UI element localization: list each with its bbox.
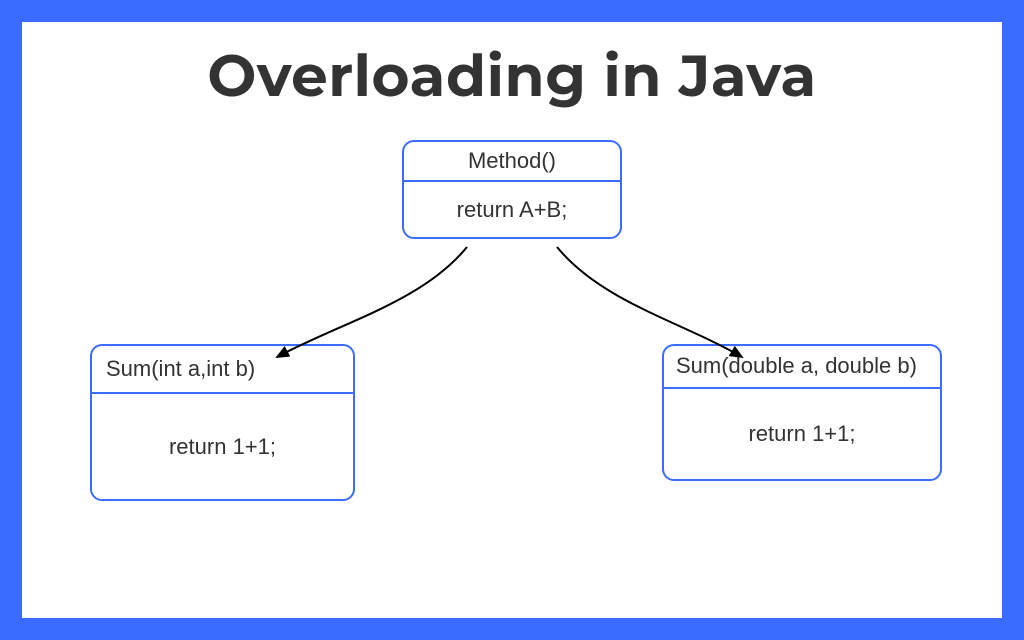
page-title: Overloading in Java (22, 40, 1002, 111)
child-method-box-int: Sum(int a,int b) return 1+1; (90, 344, 355, 501)
parent-method-box: Method() return A+B; (402, 140, 622, 239)
parent-method-header: Method() (404, 142, 620, 182)
child-method-header-double: Sum(double a, double b) (664, 346, 940, 389)
child-method-body-int: return 1+1; (92, 394, 353, 499)
child-method-header-int: Sum(int a,int b) (92, 346, 353, 394)
child-method-box-double: Sum(double a, double b) return 1+1; (662, 344, 942, 481)
connector-arrows (22, 22, 1002, 618)
child-method-body-double: return 1+1; (664, 389, 940, 479)
arrow-to-double (557, 247, 742, 357)
arrow-to-int (277, 247, 467, 357)
parent-method-body: return A+B; (404, 182, 620, 237)
diagram-frame: Overloading in Java Method() return A+B;… (0, 0, 1024, 640)
